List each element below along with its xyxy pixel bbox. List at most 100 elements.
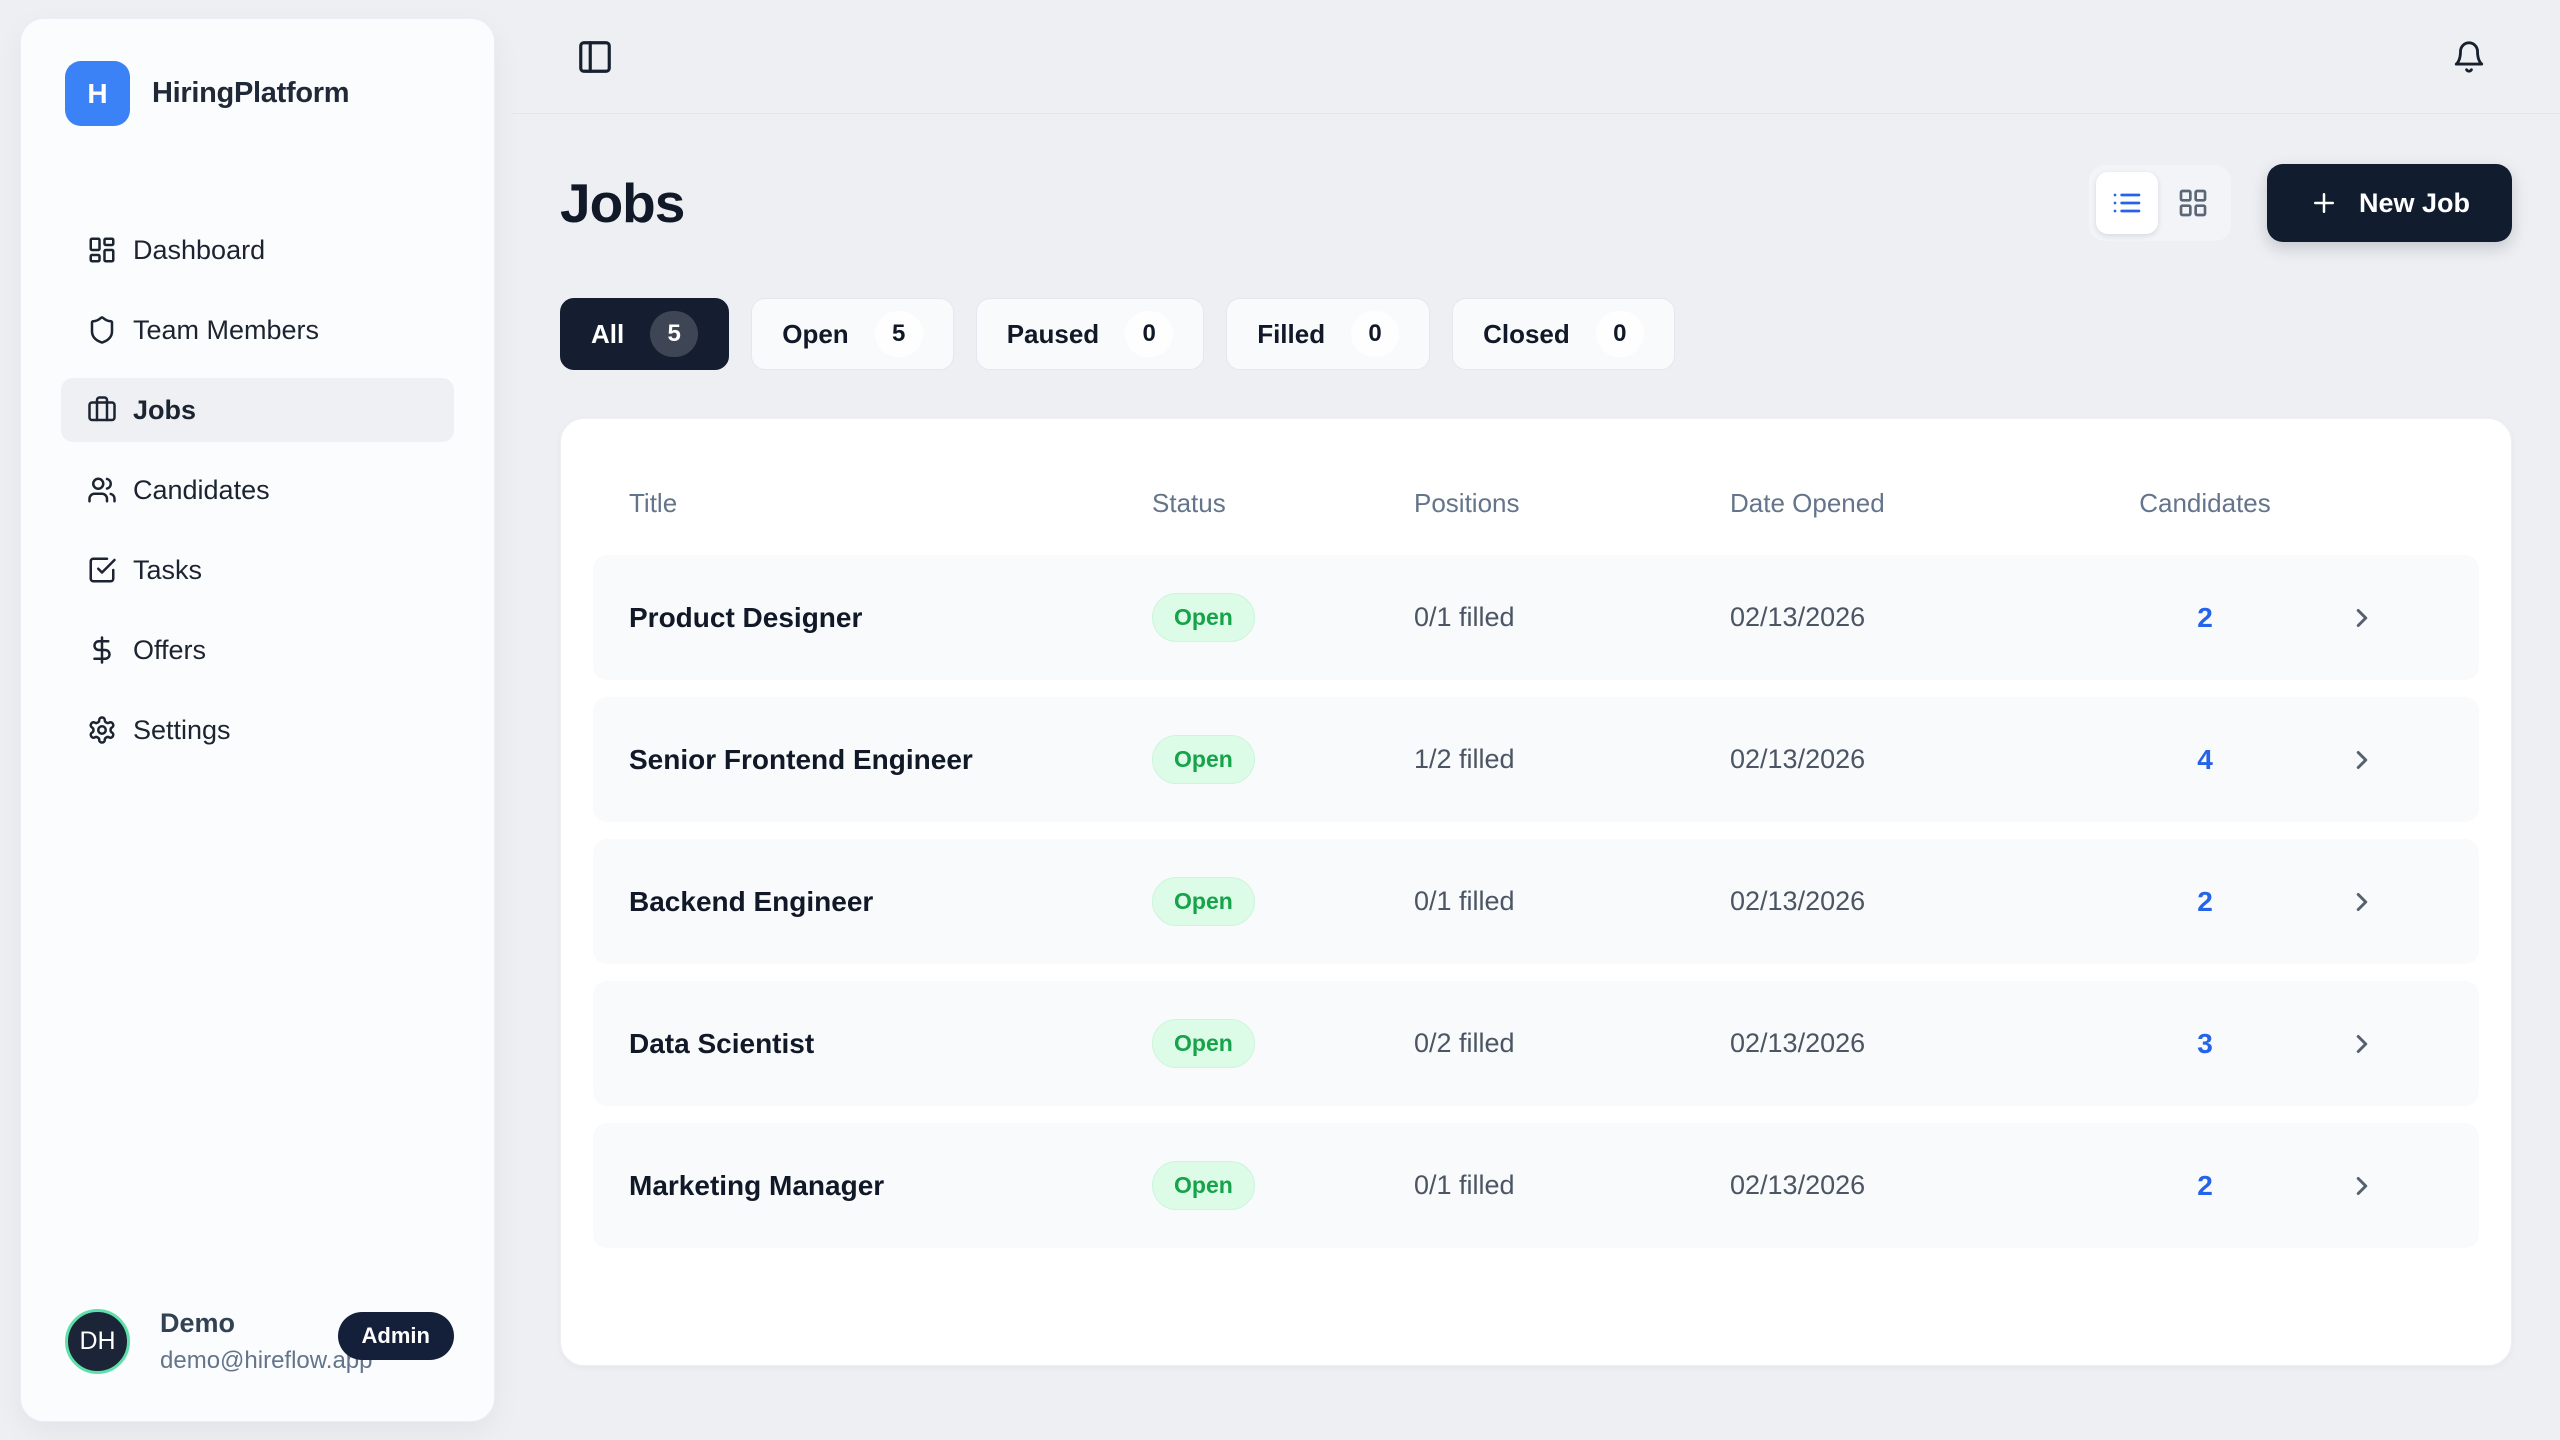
table-row[interactable]: Marketing Manager Open 0/1 filled 02/13/… — [593, 1123, 2479, 1248]
sidebar-item-label: Tasks — [133, 555, 202, 586]
page-header: Jobs New Job — [560, 164, 2512, 242]
table-header-row: Title Status Positions Date Opened Candi… — [593, 451, 2479, 555]
filter-tab-filled[interactable]: Filled 0 — [1226, 298, 1430, 370]
role-badge: Admin — [338, 1312, 454, 1360]
row-open-button[interactable] — [2281, 745, 2443, 775]
filter-tab-closed[interactable]: Closed 0 — [1452, 298, 1675, 370]
sidebar-item-candidates[interactable]: Candidates — [61, 458, 454, 522]
sidebar-item-jobs[interactable]: Jobs — [61, 378, 454, 442]
page-content: Jobs New Job — [512, 114, 2560, 1366]
app-logo: H — [65, 61, 130, 126]
sidebar: H HiringPlatform Dashboard Team Members … — [20, 18, 495, 1422]
page-title: Jobs — [560, 171, 684, 235]
filter-tab-count: 5 — [875, 311, 923, 357]
status-filter-tabs: All 5 Open 5 Paused 0 Filled 0 Closed — [560, 298, 2512, 370]
chevron-right-icon — [2347, 603, 2377, 633]
candidates-count-link[interactable]: 2 — [2129, 1170, 2281, 1202]
table-row[interactable]: Product Designer Open 0/1 filled 02/13/2… — [593, 555, 2479, 680]
filter-tab-all[interactable]: All 5 — [560, 298, 729, 370]
job-title: Product Designer — [629, 602, 1152, 634]
new-job-label: New Job — [2359, 188, 2470, 219]
chevron-right-icon — [2347, 887, 2377, 917]
date-opened-cell: 02/13/2026 — [1730, 744, 2129, 775]
row-open-button[interactable] — [2281, 603, 2443, 633]
table-row[interactable]: Data Scientist Open 0/2 filled 02/13/202… — [593, 981, 2479, 1106]
sidebar-item-label: Team Members — [133, 315, 319, 346]
list-view-button[interactable] — [2096, 172, 2158, 234]
filter-tab-count: 5 — [650, 311, 698, 357]
filter-tab-label: Filled — [1257, 319, 1325, 350]
job-title: Data Scientist — [629, 1028, 1152, 1060]
candidates-count-link[interactable]: 3 — [2129, 1028, 2281, 1060]
brand: H HiringPlatform — [21, 19, 494, 126]
app-title: HiringPlatform — [152, 77, 349, 110]
main-area: Jobs New Job — [512, 0, 2560, 1440]
dashboard-icon — [87, 235, 117, 265]
chevron-right-icon — [2347, 745, 2377, 775]
new-job-button[interactable]: New Job — [2267, 164, 2512, 242]
briefcase-icon — [87, 395, 117, 425]
date-opened-cell: 02/13/2026 — [1730, 1170, 2129, 1201]
column-header-title: Title — [629, 488, 1152, 519]
candidates-count-link[interactable]: 2 — [2129, 886, 2281, 918]
panel-left-icon — [576, 38, 614, 76]
filter-tab-label: Open — [782, 319, 848, 350]
date-opened-cell: 02/13/2026 — [1730, 886, 2129, 917]
positions-cell: 0/2 filled — [1414, 1028, 1730, 1059]
topbar — [512, 0, 2560, 114]
column-header-status: Status — [1152, 488, 1414, 519]
column-header-positions: Positions — [1414, 488, 1730, 519]
sidebar-nav: Dashboard Team Members Jobs Candidates T… — [21, 218, 494, 762]
filter-tab-label: All — [591, 319, 624, 350]
candidates-count-link[interactable]: 2 — [2129, 602, 2281, 634]
check-square-icon — [87, 555, 117, 585]
table-row[interactable]: Senior Frontend Engineer Open 1/2 filled… — [593, 697, 2479, 822]
chevron-right-icon — [2347, 1029, 2377, 1059]
status-badge: Open — [1152, 735, 1255, 784]
avatar-initials: DH — [79, 1327, 115, 1356]
table-row[interactable]: Backend Engineer Open 0/1 filled 02/13/2… — [593, 839, 2479, 964]
sidebar-toggle-button[interactable] — [576, 38, 614, 76]
date-opened-cell: 02/13/2026 — [1730, 1028, 2129, 1059]
candidates-count-link[interactable]: 4 — [2129, 744, 2281, 776]
sidebar-item-dashboard[interactable]: Dashboard — [61, 218, 454, 282]
filter-tab-label: Paused — [1007, 319, 1100, 350]
sidebar-item-offers[interactable]: Offers — [61, 618, 454, 682]
filter-tab-label: Closed — [1483, 319, 1570, 350]
filter-tab-open[interactable]: Open 5 — [751, 298, 953, 370]
app-window: H HiringPlatform Dashboard Team Members … — [0, 0, 2560, 1440]
sidebar-item-settings[interactable]: Settings — [61, 698, 454, 762]
sidebar-item-label: Settings — [133, 715, 231, 746]
bell-icon — [2452, 40, 2486, 74]
positions-cell: 0/1 filled — [1414, 1170, 1730, 1201]
sidebar-item-tasks[interactable]: Tasks — [61, 538, 454, 602]
positions-cell: 0/1 filled — [1414, 886, 1730, 917]
sidebar-item-label: Offers — [133, 635, 206, 666]
grid-view-button[interactable] — [2162, 172, 2224, 234]
row-open-button[interactable] — [2281, 887, 2443, 917]
shield-icon — [87, 315, 117, 345]
plus-icon — [2309, 188, 2339, 218]
user-meta: Demo demo@hireflow.app — [160, 1308, 308, 1375]
job-title: Senior Frontend Engineer — [629, 744, 1152, 776]
sidebar-item-team-members[interactable]: Team Members — [61, 298, 454, 362]
user-profile[interactable]: DH Demo demo@hireflow.app Admin — [21, 1308, 494, 1421]
column-header-date-opened: Date Opened — [1730, 488, 2129, 519]
notifications-button[interactable] — [2452, 40, 2486, 74]
user-name: Demo — [160, 1308, 308, 1339]
sidebar-item-label: Jobs — [133, 395, 196, 426]
sidebar-item-label: Dashboard — [133, 235, 265, 266]
row-open-button[interactable] — [2281, 1029, 2443, 1059]
filter-tab-paused[interactable]: Paused 0 — [976, 298, 1205, 370]
chevron-right-icon — [2347, 1171, 2377, 1201]
list-icon — [2111, 187, 2143, 219]
positions-cell: 1/2 filled — [1414, 744, 1730, 775]
filter-tab-count: 0 — [1351, 311, 1399, 357]
job-title: Backend Engineer — [629, 886, 1152, 918]
avatar: DH — [65, 1309, 130, 1374]
jobs-table-card: Title Status Positions Date Opened Candi… — [560, 418, 2512, 1366]
job-title: Marketing Manager — [629, 1170, 1152, 1202]
row-open-button[interactable] — [2281, 1171, 2443, 1201]
gear-icon — [87, 715, 117, 745]
header-controls: New Job — [2089, 164, 2512, 242]
